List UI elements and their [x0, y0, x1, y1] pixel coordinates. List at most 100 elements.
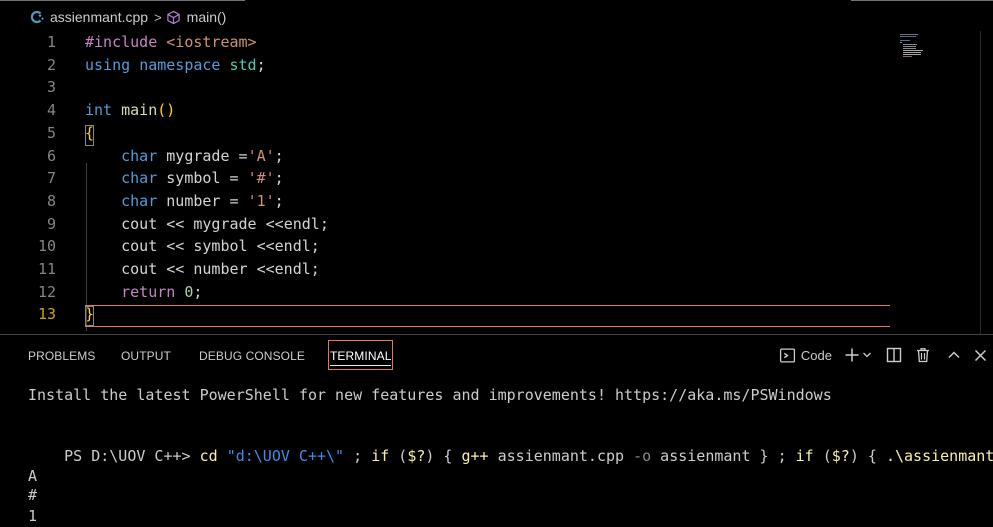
tab-output[interactable]: OUTPUT [121, 342, 171, 370]
code-token: <iostream> [166, 33, 257, 51]
command-token: if [371, 447, 390, 465]
command-token: if [795, 447, 814, 465]
command-token: ( [813, 447, 832, 465]
code-token: mygrade [193, 214, 257, 233]
chevron-up-icon[interactable] [947, 344, 961, 366]
line-number: 10 [37, 237, 56, 256]
code-line[interactable]: 8 char number = '1'; [0, 190, 993, 213]
terminal-prompt: PS D:\UOV C++> [64, 447, 200, 465]
code-token: << [157, 237, 194, 256]
code-line[interactable]: 4 int main() [0, 99, 993, 122]
code-token: () [157, 101, 176, 120]
code-token: mygrade [166, 146, 230, 165]
breadcrumb-symbol[interactable]: main() [187, 9, 227, 25]
code-token: ; [310, 237, 320, 256]
code-editor[interactable]: 1 #include <iostream> 2 using namespace std… [0, 31, 993, 334]
code-token: << [247, 237, 275, 256]
cpp-file-icon[interactable] [29, 9, 45, 25]
code-line[interactable]: 12 return 0; [0, 281, 993, 304]
code-text: cout << mygrade <<endl; [85, 213, 329, 236]
code-line[interactable]: 10 cout << symbol <<endl; [0, 235, 993, 258]
code-token: number [166, 191, 221, 210]
code-text: int main() [85, 99, 175, 122]
code-token: << [157, 214, 194, 233]
command-token: $? [831, 447, 850, 465]
code-token: using [85, 55, 131, 74]
split-icon[interactable] [886, 344, 902, 366]
code-token: int [85, 101, 113, 120]
breadcrumb-separator: > [154, 9, 162, 25]
line-number: 8 [46, 191, 56, 210]
code-token: char [121, 146, 158, 165]
terminal-output[interactable]: Install the latest PowerShell for new fe… [0, 375, 993, 527]
terminal-name[interactable]: Code [801, 344, 832, 366]
code-token: std [229, 55, 257, 74]
breadcrumb: assienmant.cpp > main() [0, 3, 993, 31]
method-cube-icon[interactable] [166, 9, 182, 25]
code-token: namespace [139, 55, 221, 74]
code-token: ; [310, 260, 320, 278]
code-line[interactable]: 5{ [0, 122, 993, 145]
code-token: ; [274, 191, 284, 210]
tab-problems[interactable]: PROBLEMS [28, 342, 96, 370]
current-line-highlight [85, 305, 890, 327]
code-text: return 0; [85, 281, 202, 304]
command-token: g++ [461, 447, 489, 465]
code-token: ; [274, 146, 284, 165]
code-line[interactable]: 1 #include <iostream> [0, 31, 993, 54]
code-token: << [247, 260, 275, 278]
code-line[interactable]: 6 char mygrade ='A'; [0, 145, 993, 168]
code-token: ; [193, 282, 203, 301]
code-token: << [157, 260, 194, 278]
minimap[interactable] [898, 31, 932, 61]
code-token: = [220, 169, 248, 188]
code-token: endl [274, 260, 311, 278]
code-token: '1' [247, 191, 275, 210]
line-number: 1 [46, 33, 56, 51]
code-token: ; [274, 169, 284, 188]
code-line[interactable]: 2 using namespace std; [0, 54, 993, 77]
code-line[interactable]: 7 char symbol = '#'; [0, 167, 993, 190]
code-line[interactable]: 3 [0, 76, 993, 99]
code-text: cout << symbol <<endl; [85, 235, 320, 258]
terminal-command-line: PS D:\UOV C++> cd "d:\UOV C++\" ; if ($?… [28, 426, 993, 486]
code-token: return [121, 282, 176, 301]
terminal-banner: Install the latest PowerShell for new fe… [28, 386, 832, 404]
editor-scrollbar[interactable] [980, 31, 981, 334]
line-number: 4 [46, 101, 56, 120]
code-token: symbol [166, 169, 221, 188]
plus-icon[interactable] [844, 344, 860, 366]
line-number: 13 [37, 305, 56, 324]
chevron-down-icon[interactable] [862, 344, 872, 366]
line-number: 5 [46, 123, 56, 142]
code-token: = [229, 146, 248, 165]
command-token: cd [199, 447, 218, 465]
panel-actions: Code [779, 335, 993, 375]
code-token: 'A' [247, 146, 275, 165]
code-token: #include [85, 33, 167, 51]
code-line[interactable]: 11 cout << number <<endl; [0, 258, 993, 281]
line-number: 11 [37, 260, 56, 278]
close-icon[interactable] [974, 344, 987, 366]
tab-debug-console[interactable]: DEBUG CONSOLE [199, 342, 305, 370]
command-token: .\assienmant [885, 447, 993, 465]
tab-terminal[interactable]: TERMINAL [328, 340, 394, 370]
line-number: 9 [46, 214, 56, 233]
trash-icon[interactable] [915, 344, 931, 366]
breadcrumb-file[interactable]: assienmant.cpp [50, 9, 148, 25]
code-token: endl [274, 237, 311, 256]
terminal-icon[interactable] [779, 344, 796, 366]
code-line[interactable]: 9 cout << mygrade <<endl; [0, 213, 993, 236]
code-token: cout [121, 214, 158, 233]
command-token: assienmant } ; [651, 447, 796, 465]
